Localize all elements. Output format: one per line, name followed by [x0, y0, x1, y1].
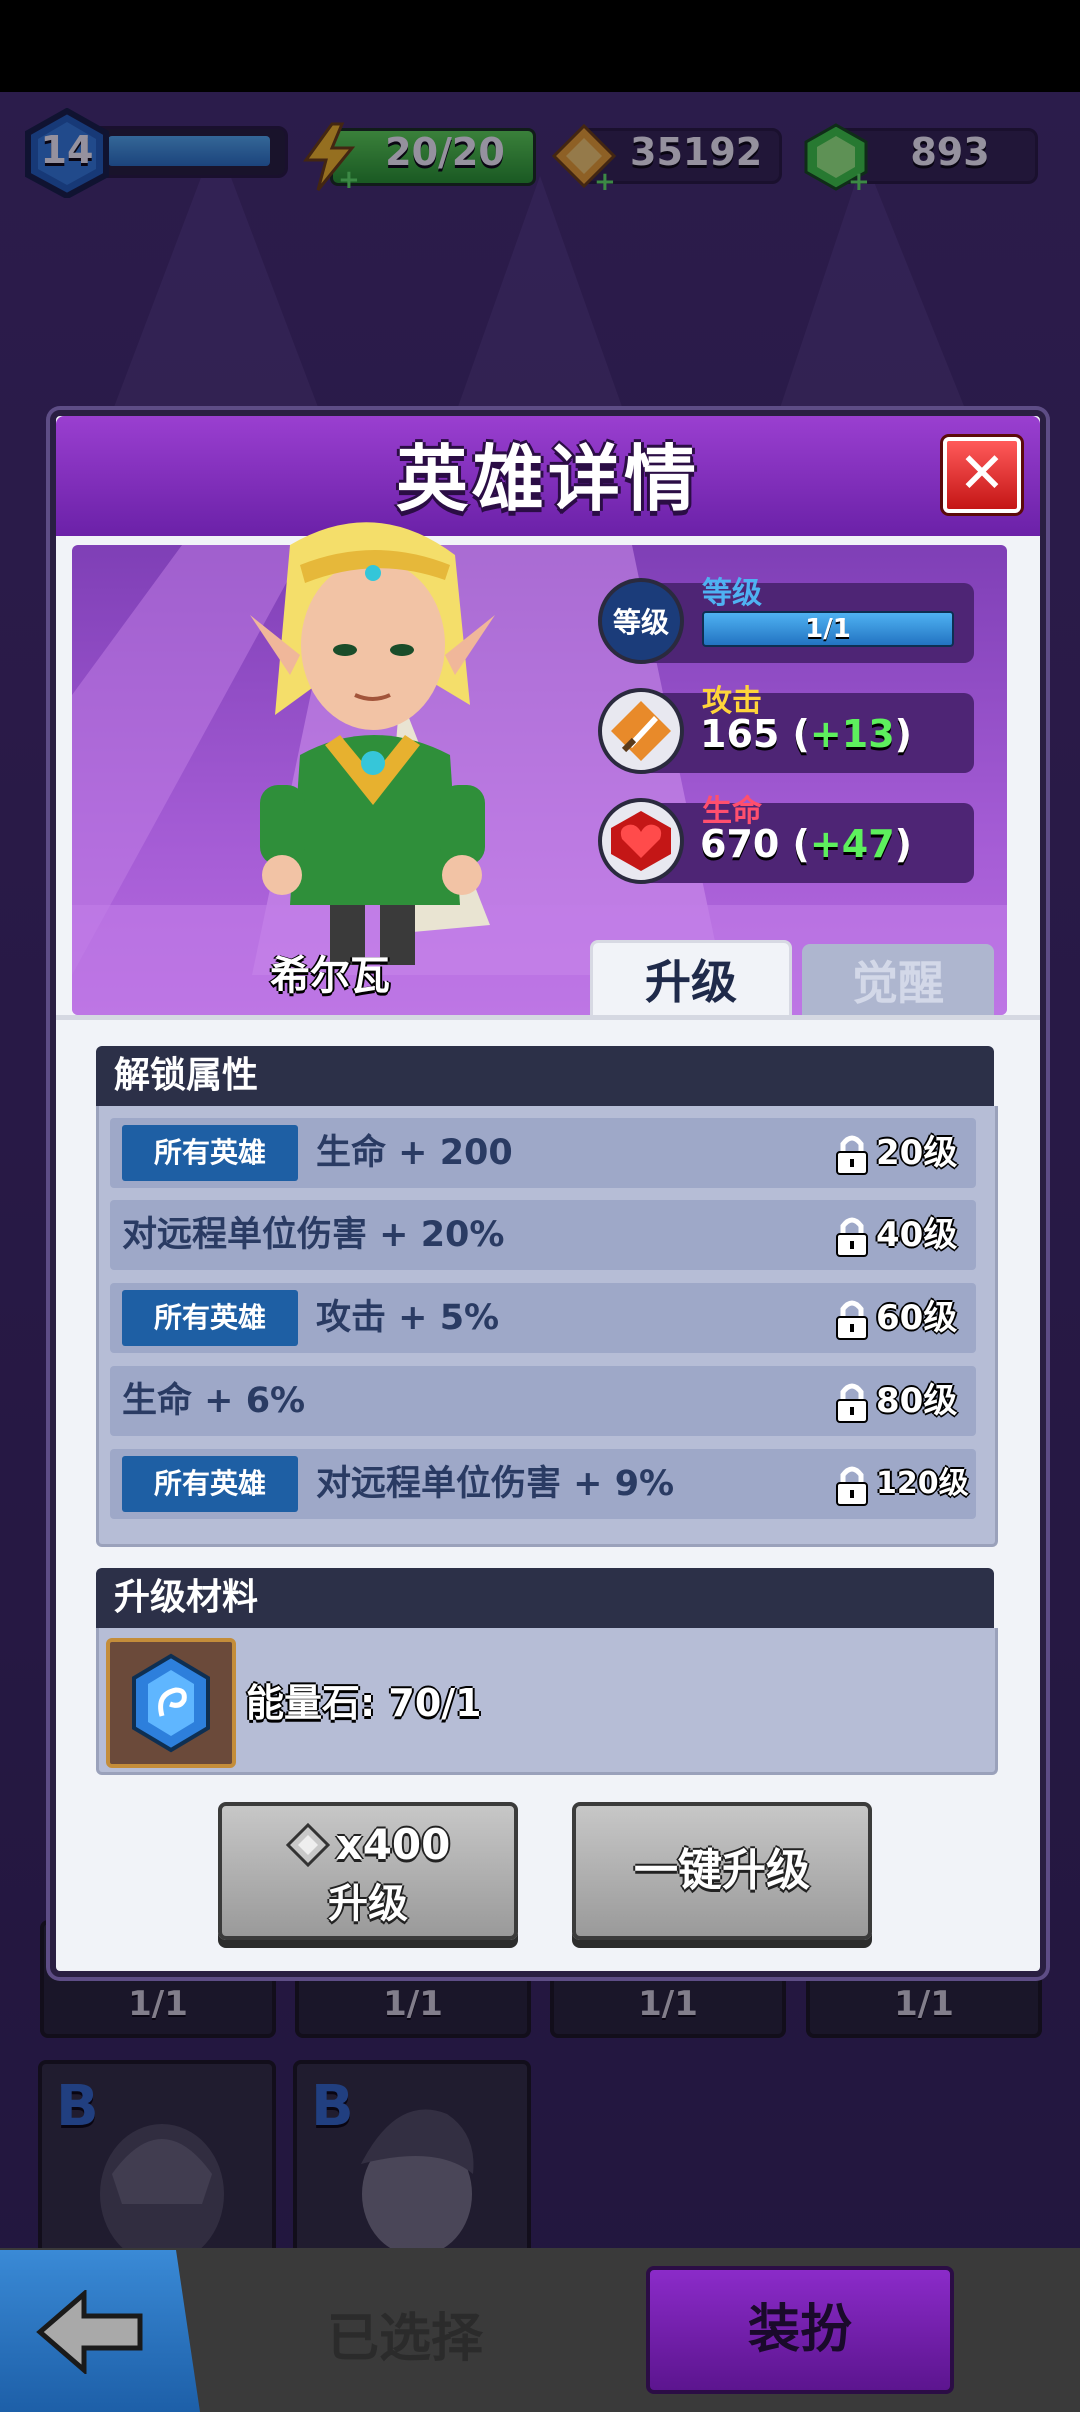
lock-icon	[836, 1217, 868, 1257]
energy-stone-icon	[132, 1653, 210, 1753]
level-value: 1/1	[805, 614, 851, 644]
unlock-row: 所有英雄 生命 + 200 20级	[110, 1118, 976, 1188]
lock-icon	[836, 1300, 868, 1340]
status-bar	[0, 0, 1080, 92]
back-arrow-icon	[36, 2290, 143, 2374]
unlock-level: 80级	[876, 1381, 958, 1421]
unlock-level: 60级	[876, 1298, 958, 1338]
all-heroes-badge: 所有英雄	[122, 1456, 298, 1512]
unlock-section-title: 解锁属性	[96, 1046, 994, 1106]
unlock-row: 所有英雄 攻击 + 5% 60级	[110, 1283, 976, 1353]
one-key-upgrade-button[interactable]: 一键升级	[572, 1802, 872, 1940]
upgrade-label: 升级	[328, 1881, 408, 1927]
unlock-row-text: 生命 + 6%	[122, 1381, 306, 1421]
gold-coin-icon	[285, 1822, 330, 1867]
back-button[interactable]	[0, 2250, 200, 2412]
unlock-row: 对远程单位伤害 + 20% 40级	[110, 1200, 976, 1270]
level-badge-icon: 等级	[598, 578, 684, 664]
all-heroes-badge: 所有英雄	[122, 1290, 298, 1346]
unlock-row: 生命 + 6% 80级	[110, 1366, 976, 1436]
energy-stone-slot[interactable]	[106, 1638, 236, 1768]
lock-icon	[836, 1135, 868, 1175]
unlock-level: 40级	[876, 1215, 958, 1255]
heart-icon	[598, 798, 684, 884]
all-heroes-badge: 所有英雄	[122, 1125, 298, 1181]
sword-icon	[598, 688, 684, 774]
unlock-row-text: 生命 + 200	[316, 1133, 513, 1173]
unlock-row: 所有英雄 对远程单位伤害 + 9% 120级	[110, 1449, 976, 1519]
unlock-level: 120级	[876, 1466, 969, 1501]
tab-awaken[interactable]: 觉醒	[802, 944, 994, 1015]
upgrade-button[interactable]: x400 升级	[218, 1802, 518, 1940]
unlock-level: 20级	[876, 1133, 958, 1173]
modal-title: 英雄详情	[395, 437, 700, 521]
tab-upgrade[interactable]: 升级	[590, 940, 792, 1018]
unlock-row-text: 攻击 + 5%	[316, 1298, 500, 1338]
selected-label: 已选择	[326, 2309, 483, 2369]
hero-name: 希尔瓦	[270, 953, 390, 999]
close-button[interactable]: ✕	[943, 437, 1021, 513]
hp-value: 670 (+47)	[700, 822, 913, 866]
materials-section-title: 升级材料	[96, 1568, 994, 1628]
unlock-row-text: 对远程单位伤害 + 20%	[122, 1215, 505, 1255]
attack-value: 165 (+13)	[700, 712, 913, 756]
level-label: 等级	[702, 576, 762, 611]
unlock-row-text: 对远程单位伤害 + 9%	[316, 1464, 675, 1504]
upgrade-cost: x400	[335, 1820, 451, 1869]
lock-icon	[836, 1383, 868, 1423]
lock-icon	[836, 1466, 868, 1506]
level-progress-bar: 1/1	[702, 611, 954, 647]
hero-character-elf	[250, 522, 495, 965]
tab-divider	[56, 1015, 1040, 1020]
energy-stone-count: 能量石: 70/1	[246, 1681, 482, 1725]
equip-button[interactable]: 装扮	[646, 2266, 954, 2394]
